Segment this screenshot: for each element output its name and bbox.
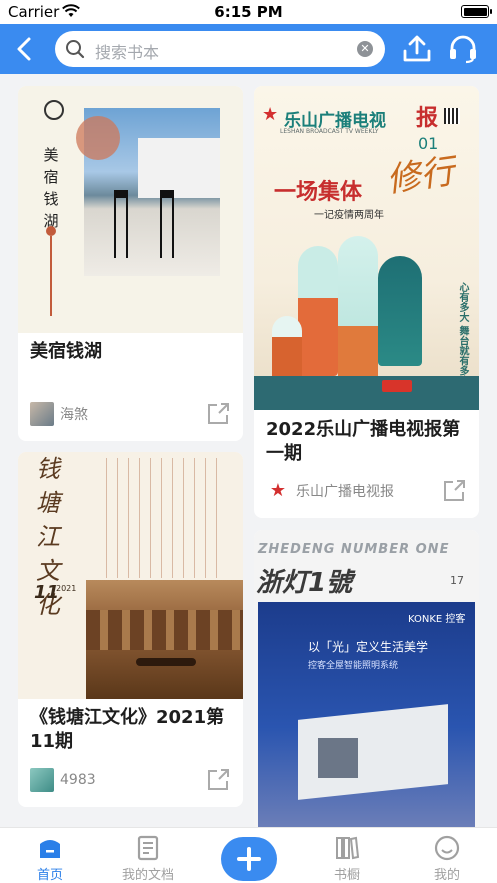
headline-script: 修行 bbox=[384, 151, 457, 201]
cover-year: 2021 bbox=[56, 584, 77, 593]
back-icon[interactable] bbox=[10, 33, 40, 65]
avatar bbox=[30, 402, 54, 426]
cover-char: 美 bbox=[43, 146, 59, 164]
book-title: 《钱塘江文化》2021第11期 bbox=[30, 707, 225, 752]
search-bar[interactable]: 搜索书本 ✕ bbox=[55, 31, 385, 67]
stool-seat bbox=[114, 190, 128, 198]
cover-boat bbox=[136, 658, 196, 666]
tagline: 以「光」定义生活美学 bbox=[308, 640, 429, 654]
bookshelf-icon bbox=[336, 836, 360, 860]
upload-icon[interactable] bbox=[402, 34, 432, 64]
cover-photo: KONKE 控客 以「光」定义生活美学 控客全屋智能照明系统 bbox=[258, 602, 475, 827]
tab-label: 书橱 bbox=[333, 868, 360, 883]
illustration-capsule bbox=[298, 246, 338, 376]
stool-leg bbox=[160, 198, 162, 258]
masthead: ZHEDENG NUMBER ONE bbox=[258, 542, 450, 557]
book-card[interactable]: ★ 乐山广播电视 报 LESHAN BROADCAST TV WEEKLY 01… bbox=[254, 86, 479, 518]
tagline2: 控客全屋智能照明系统 bbox=[308, 661, 399, 671]
author-name: 4983 bbox=[60, 772, 96, 788]
author-row: 4983 bbox=[30, 768, 96, 792]
cover-line bbox=[50, 236, 52, 316]
top-bar: 搜索书本 ✕ bbox=[0, 24, 497, 74]
cover-text-columns bbox=[96, 458, 226, 578]
author-name: 乐山广播电视报 bbox=[296, 484, 394, 500]
cover-vertical-title: 美 宿 钱 湖 bbox=[43, 144, 59, 232]
search-icon bbox=[66, 40, 85, 59]
clock: 6:15 PM bbox=[214, 3, 283, 21]
author-row: 海煞 bbox=[30, 402, 88, 426]
stool-leg bbox=[126, 198, 128, 258]
cover-char: 钱 bbox=[43, 190, 59, 208]
avatar: ★ bbox=[266, 479, 290, 503]
battery-icon bbox=[461, 5, 492, 18]
stool-leg bbox=[172, 198, 174, 258]
bottom-nav: 首页 我的文档 书橱 我的 bbox=[0, 827, 497, 883]
document-icon bbox=[137, 835, 159, 861]
cover-char: 江 bbox=[36, 523, 60, 551]
author-row: ★ 乐山广播电视报 bbox=[266, 479, 394, 503]
home-icon bbox=[40, 840, 60, 858]
tab-profile[interactable]: 我的 bbox=[412, 834, 482, 883]
cover-wall bbox=[138, 138, 220, 198]
book-feed: 美 宿 钱 湖 美宿钱湖 海煞 ★ 乐山广播电视 报 LESHAN BROADC… bbox=[0, 74, 497, 827]
share-icon[interactable] bbox=[441, 478, 467, 504]
avatar bbox=[30, 768, 54, 792]
book-cover: ★ 乐山广播电视 报 LESHAN BROADCAST TV WEEKLY 01… bbox=[254, 86, 479, 410]
tab-my-documents[interactable]: 我的文档 bbox=[113, 834, 183, 883]
add-button[interactable] bbox=[221, 837, 277, 881]
headset-icon[interactable] bbox=[448, 34, 478, 64]
cover-side-text: 心有多大 舞台就有多大 bbox=[457, 282, 468, 386]
tab-label: 首页 bbox=[36, 868, 63, 883]
book-cover: ZHEDENG NUMBER ONE 浙灯1號 17 KONKE 控客 以「光」… bbox=[254, 530, 479, 827]
masthead-cn: 浙灯1號 bbox=[256, 568, 353, 598]
cover-char: 塘 bbox=[36, 489, 60, 517]
tab-label: 我的文档 bbox=[121, 868, 174, 883]
search-placeholder: 搜索书本 bbox=[95, 43, 160, 62]
tab-label: 我的 bbox=[433, 868, 460, 883]
plus-icon bbox=[237, 847, 261, 871]
profile-icon bbox=[434, 835, 460, 861]
masthead-tag: 报 bbox=[416, 105, 439, 131]
stool-leg bbox=[114, 198, 116, 258]
clear-icon[interactable]: ✕ bbox=[357, 41, 373, 57]
cover-sun bbox=[76, 116, 120, 160]
headline: 一场集体 bbox=[274, 180, 363, 205]
share-icon[interactable] bbox=[205, 767, 231, 793]
book-card[interactable]: 钱 塘 江 文 化 11 2021 《钱塘江文化》2021第11期 4983 bbox=[18, 452, 243, 807]
logo-icon bbox=[44, 100, 64, 120]
author-name: 海煞 bbox=[60, 407, 88, 423]
tab-home[interactable]: 首页 bbox=[15, 834, 85, 883]
cover-building-window bbox=[318, 738, 358, 778]
cover-char: 钱 bbox=[36, 455, 60, 483]
cover-photo bbox=[86, 580, 243, 699]
book-cover: 钱 塘 江 文 化 11 2021 bbox=[18, 452, 243, 699]
firetruck bbox=[382, 380, 412, 392]
headline-sub: 一记疫情两周年 bbox=[314, 210, 384, 221]
cover-dot bbox=[46, 226, 56, 236]
book-cover: 美 宿 钱 湖 bbox=[18, 86, 243, 333]
illustration-capsule bbox=[338, 236, 378, 386]
share-icon[interactable] bbox=[205, 401, 231, 427]
book-title: 2022乐山广播电视报第一期 bbox=[266, 419, 461, 464]
masthead-star-icon: ★ bbox=[262, 104, 279, 125]
illustration-capsule bbox=[378, 256, 422, 366]
book-card[interactable]: 美 宿 钱 湖 美宿钱湖 海煞 bbox=[18, 86, 243, 441]
stool-seat bbox=[160, 190, 174, 198]
status-bar: Carrier 6:15 PM bbox=[0, 0, 497, 24]
tab-bookshelf[interactable]: 书橱 bbox=[312, 834, 382, 883]
issue-no: 17 bbox=[450, 574, 464, 587]
cover-houses bbox=[86, 610, 243, 650]
brand: KONKE 控客 bbox=[408, 614, 466, 625]
book-card[interactable]: ZHEDENG NUMBER ONE 浙灯1號 17 KONKE 控客 以「光」… bbox=[254, 530, 479, 827]
illustration-ground bbox=[254, 376, 479, 410]
cover-char: 宿 bbox=[43, 168, 59, 186]
qr-code bbox=[444, 108, 460, 124]
book-title: 美宿钱湖 bbox=[30, 341, 102, 362]
masthead-subtitle: LESHAN BROADCAST TV WEEKLY bbox=[280, 128, 379, 135]
